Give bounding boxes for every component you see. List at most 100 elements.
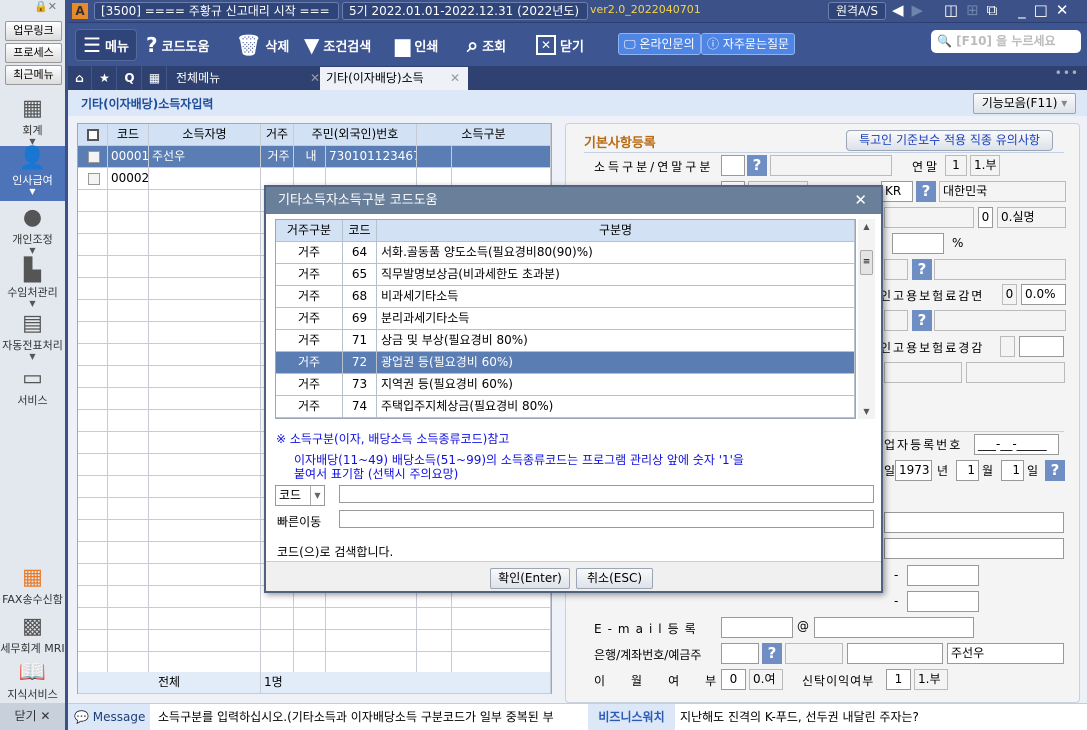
- view-button[interactable]: ⌕ 조회: [467, 29, 506, 61]
- sidebar-item-accounting[interactable]: ▦ 회계 ▼: [0, 96, 65, 146]
- ins-relief-code[interactable]: [1000, 336, 1015, 357]
- cell-id[interactable]: [326, 630, 417, 652]
- row-checkbox[interactable]: [78, 542, 108, 564]
- tab-all-menu[interactable]: 전체메뉴 ✕: [170, 67, 320, 90]
- cancel-button[interactable]: 취소(ESC): [576, 568, 653, 589]
- ins-reduction-code[interactable]: 0: [1002, 284, 1017, 305]
- close-button[interactable]: ✕ 닫기: [536, 29, 584, 61]
- row-checkbox[interactable]: [78, 498, 108, 520]
- cell-code[interactable]: [108, 366, 149, 388]
- forward-icon[interactable]: ▶: [912, 1, 932, 19]
- close-tab-icon[interactable]: ✕: [310, 67, 320, 89]
- row-checkbox[interactable]: [78, 520, 108, 542]
- row-checkbox[interactable]: [78, 586, 108, 608]
- cell-income-type[interactable]: [417, 630, 452, 652]
- cell-name[interactable]: [149, 168, 261, 190]
- col-income-type[interactable]: 소득구분: [417, 124, 551, 146]
- window-icon[interactable]: ⧉: [987, 1, 1006, 19]
- col-residence-type[interactable]: 거주구분: [276, 220, 343, 242]
- row-checkbox[interactable]: [78, 278, 108, 300]
- cell-code[interactable]: 69: [343, 308, 377, 330]
- cell-name[interactable]: 광업권 등(필요경비 60%): [377, 352, 855, 374]
- cell-residence[interactable]: [261, 608, 294, 630]
- online-inquiry-button[interactable]: 🖵 온라인문의: [618, 33, 701, 55]
- cell-code[interactable]: [108, 322, 149, 344]
- cell-name[interactable]: [149, 388, 261, 410]
- cell-name[interactable]: 분리과세기타소득: [377, 308, 855, 330]
- cell-name[interactable]: 상금 및 부상(필요경비 80%): [377, 330, 855, 352]
- bizno-input[interactable]: ___-__-_____: [974, 434, 1059, 455]
- row-checkbox[interactable]: [78, 630, 108, 652]
- bank-code-input[interactable]: [721, 643, 759, 664]
- close-window-icon[interactable]: ✕: [1056, 1, 1077, 19]
- scroll-up-icon[interactable]: ▲: [858, 222, 875, 231]
- sidebar-item-clients[interactable]: ▙ 수임처관리 ▼: [0, 258, 65, 308]
- cell-nationality[interactable]: [294, 608, 326, 630]
- cell-code[interactable]: [108, 278, 149, 300]
- lock-icon[interactable]: 🔒✕: [34, 0, 57, 13]
- cell-id[interactable]: [326, 608, 417, 630]
- help-button[interactable]: ?: [762, 643, 782, 664]
- news-headline[interactable]: 지난해도 진격의 K-푸드, 선두권 내달린 주자는?: [680, 704, 919, 730]
- row-checkbox[interactable]: [78, 190, 108, 212]
- scroll-down-icon[interactable]: ▼: [858, 407, 875, 416]
- cell-name[interactable]: [149, 498, 261, 520]
- ok-button[interactable]: 확인(Enter): [490, 568, 570, 589]
- account-input[interactable]: [847, 643, 943, 664]
- col-residence[interactable]: 거주: [261, 124, 294, 146]
- email-id-input[interactable]: [721, 617, 793, 638]
- row-checkbox[interactable]: [78, 168, 108, 190]
- book-view-icon[interactable]: ◫: [944, 1, 966, 19]
- cell-name[interactable]: [149, 344, 261, 366]
- birth-year[interactable]: 1973: [895, 460, 932, 481]
- row-checkbox[interactable]: [78, 476, 108, 498]
- cell-code[interactable]: [108, 564, 149, 586]
- cell-code[interactable]: 00001: [108, 146, 149, 168]
- star-icon[interactable]: ★: [93, 66, 117, 90]
- functions-dropdown[interactable]: 기능모음(F11) ▾: [973, 93, 1076, 114]
- cell-id[interactable]: 730101123467: [326, 146, 417, 168]
- cell-residence-type[interactable]: 거주: [276, 286, 343, 308]
- cell-code[interactable]: [108, 652, 149, 674]
- quick-move-input[interactable]: [339, 510, 874, 528]
- row-checkbox[interactable]: [78, 366, 108, 388]
- cell-residence-type[interactable]: 거주: [276, 308, 343, 330]
- cell-name[interactable]: [149, 542, 261, 564]
- realname-code[interactable]: 0: [978, 207, 993, 228]
- cell-code[interactable]: 72: [343, 352, 377, 374]
- grid-icon[interactable]: ⊞: [966, 1, 987, 19]
- scroll-thumb[interactable]: ≡: [860, 250, 873, 275]
- cell-name[interactable]: [149, 234, 261, 256]
- row-checkbox[interactable]: [78, 322, 108, 344]
- select-all-checkbox[interactable]: [78, 124, 108, 146]
- cell-code[interactable]: 71: [343, 330, 377, 352]
- cell-name[interactable]: 비과세기타소득: [377, 286, 855, 308]
- row-checkbox[interactable]: [78, 432, 108, 454]
- cell-name[interactable]: [149, 300, 261, 322]
- cell-name[interactable]: [149, 278, 261, 300]
- notice-button[interactable]: 특고인 기준보수 적용 직종 유의사항: [846, 130, 1053, 151]
- email-domain-input[interactable]: [814, 617, 974, 638]
- col-name[interactable]: 구분명: [377, 220, 855, 242]
- help-button[interactable]: ?: [912, 259, 932, 280]
- help-button[interactable]: ?: [1045, 460, 1065, 481]
- sidebar-item-payroll[interactable]: 👤 인사급여 ▼: [0, 146, 65, 201]
- col-code[interactable]: 코드: [108, 124, 149, 146]
- depositor-input[interactable]: 주선우: [947, 643, 1064, 664]
- cell-code[interactable]: [108, 388, 149, 410]
- cell-income-type[interactable]: [417, 652, 452, 674]
- phone-input[interactable]: [907, 565, 979, 586]
- cell-name[interactable]: [149, 410, 261, 432]
- cell-code[interactable]: [108, 190, 149, 212]
- sidebar-close-button[interactable]: 닫기 ✕: [0, 703, 65, 730]
- sidebar-item-service[interactable]: ▭ 서비스: [0, 366, 65, 408]
- cell-code[interactable]: 65: [343, 264, 377, 286]
- cell-residence[interactable]: [261, 630, 294, 652]
- cell-name[interactable]: [149, 586, 261, 608]
- cell-name[interactable]: 주선우: [149, 146, 261, 168]
- scrollbar[interactable]: ▲ ≡ ▼: [858, 219, 875, 419]
- income-type-input[interactable]: [721, 155, 745, 176]
- row-checkbox[interactable]: [78, 608, 108, 630]
- cell-residence-type[interactable]: 거주: [276, 330, 343, 352]
- cell-income-name[interactable]: [452, 608, 551, 630]
